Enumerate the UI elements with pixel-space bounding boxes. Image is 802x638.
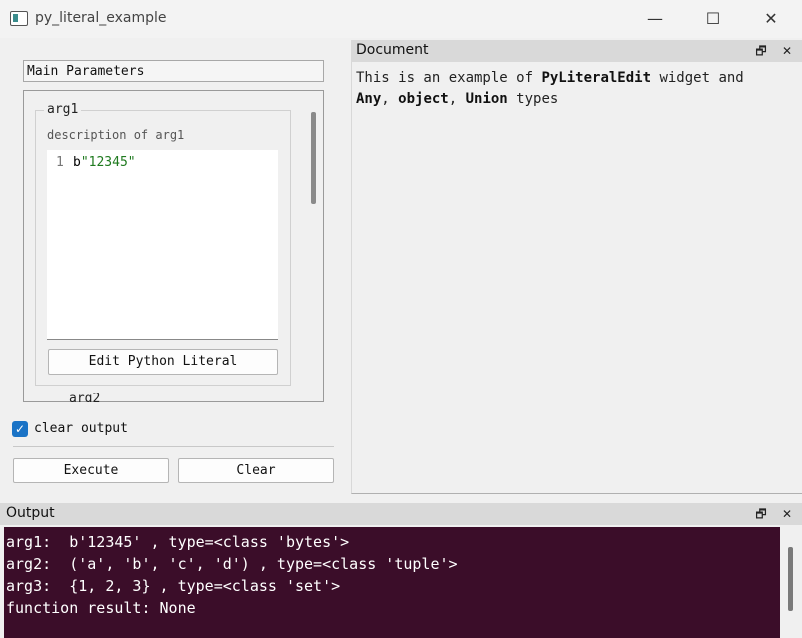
document-float-button[interactable]: 🗗 — [754, 44, 768, 58]
doc-bold-pyliteraledit: PyLiteralEdit — [541, 70, 652, 86]
output-text: arg1: b'12345' , type=<class 'bytes'> arg… — [6, 531, 458, 619]
divider — [13, 446, 334, 447]
main-parameters-header[interactable]: Main Parameters — [23, 60, 324, 82]
code-string-literal: "12345" — [80, 155, 136, 170]
document-close-button[interactable]: ✕ — [780, 44, 794, 58]
line-number: 1 — [56, 155, 64, 170]
doc-bold-object: object — [398, 91, 449, 107]
maximize-button[interactable]: ☐ — [684, 0, 742, 38]
doc-text-segment: This is an example of — [356, 70, 542, 86]
arg1-description: description of arg1 — [47, 128, 185, 142]
window-title: py_literal_example — [35, 10, 167, 26]
output-dock-title: Output — [6, 505, 55, 521]
arg1-title: arg1 — [44, 102, 82, 117]
output-line: arg3: {1, 2, 3} , type=<class 'set'> — [6, 577, 341, 595]
doc-text-segment: , — [381, 91, 399, 107]
doc-bold-any: Any — [356, 91, 382, 107]
doc-bold-union: Union — [465, 91, 508, 107]
minimize-button[interactable]: — — [626, 0, 684, 38]
arg1-code-editor[interactable] — [47, 150, 278, 340]
document-dock-title: Document — [356, 42, 429, 58]
clear-output-checkbox[interactable]: ✓ — [12, 421, 28, 437]
code-prefix: b — [73, 155, 81, 170]
clear-button[interactable]: Clear — [178, 458, 334, 483]
code-line[interactable]: b"12345" — [73, 155, 136, 170]
output-line: function result: None — [6, 599, 196, 617]
doc-text-segment: , — [448, 91, 466, 107]
document-text: This is an example of PyLiteralEdit widg… — [356, 68, 796, 110]
parameters-scrollbar-thumb[interactable] — [311, 112, 316, 204]
doc-text-segment: types — [507, 91, 559, 107]
document-body — [351, 62, 802, 494]
close-window-button[interactable]: ✕ — [742, 0, 800, 38]
output-scrollbar-thumb[interactable] — [788, 547, 793, 611]
clear-output-label[interactable]: clear output — [34, 421, 128, 436]
output-line: arg2: ('a', 'b', 'c', 'd') , type=<class… — [6, 555, 458, 573]
execute-button[interactable]: Execute — [13, 458, 169, 483]
output-float-button[interactable]: 🗗 — [754, 507, 768, 521]
edit-python-literal-button[interactable]: Edit Python Literal — [48, 349, 278, 375]
app-icon — [10, 11, 28, 26]
output-close-button[interactable]: ✕ — [780, 507, 794, 521]
output-line: arg1: b'12345' , type=<class 'bytes'> — [6, 533, 350, 551]
output-dock-header[interactable] — [0, 503, 802, 525]
doc-text-segment: widget and — [651, 70, 744, 86]
arg2-title-partial: arg2 — [69, 393, 101, 402]
